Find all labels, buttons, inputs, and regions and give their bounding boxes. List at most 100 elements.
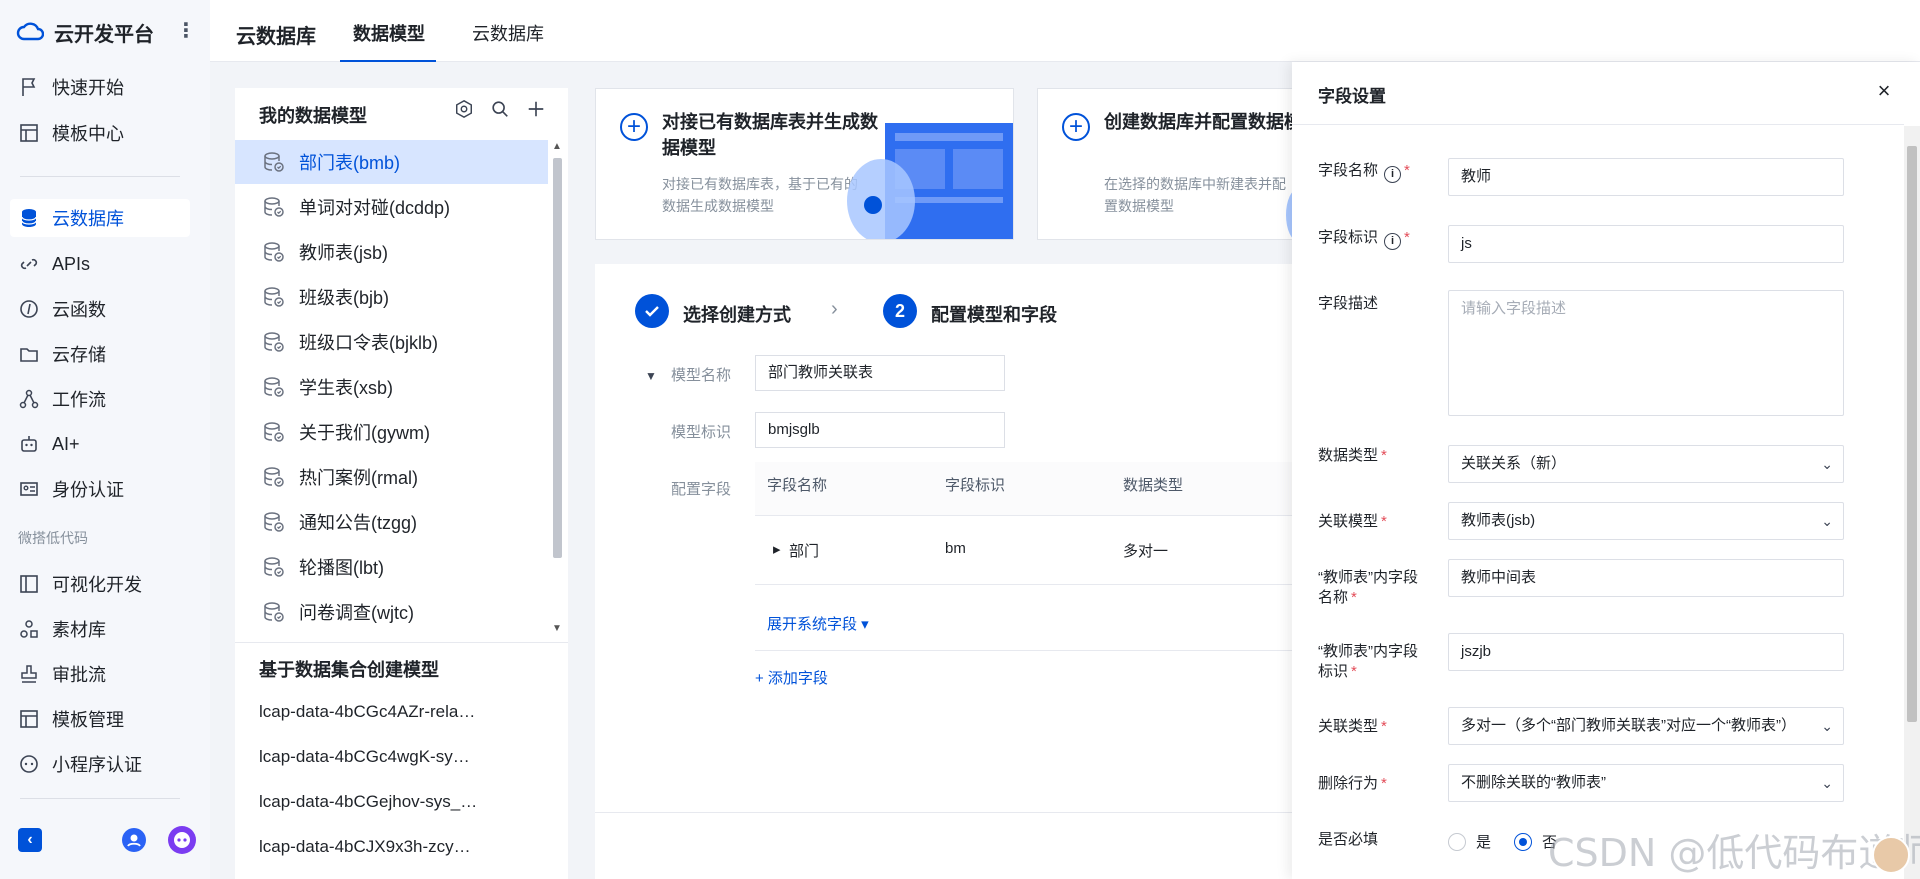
required-yes-label: 是 [1476,834,1492,851]
tab-data-model[interactable]: 数据模型 [353,20,425,46]
tab-cloud-database[interactable]: 云数据库 [472,20,544,46]
nav-item-cloud-function[interactable]: 云函数 [10,290,190,328]
table-header-row [755,462,1295,516]
link-icon [18,253,40,275]
database-model-icon [261,420,285,444]
column-header: 字段标识 [945,477,1006,494]
model-list-item[interactable]: 问卷调查(wjtc) [235,590,548,634]
row-divider [755,650,1295,651]
add-field-link[interactable]: + 添加字段 [755,667,828,688]
model-name: 班级表(bjb) [299,288,390,308]
nav-item-quick-start[interactable]: 快速开始 [10,68,190,106]
card-connect-existing-db[interactable]: + 对接已有数据库表并生成数据模型 对接已有数据库表，基于已有的数据生成数据模型 [595,88,1014,240]
nav-item-template-center[interactable]: 模板中心 [10,114,190,152]
database-model-icon [261,600,285,624]
field-id-input[interactable]: js [1448,225,1844,263]
model-id-input[interactable]: bmjsglb [755,412,1005,448]
model-list-item[interactable]: 通知公告(tzgg) [235,500,548,544]
field-name-input[interactable]: 教师 [1448,158,1844,196]
close-icon[interactable]: × [1872,80,1896,104]
model-name-input[interactable]: 部门教师关联表 [755,355,1005,391]
model-list-item[interactable]: 教师表(jsb) [235,230,548,274]
expand-system-fields-link[interactable]: 展开系统字段 ▾ [767,613,869,634]
scroll-up-icon[interactable]: ▲ [552,142,562,152]
inner-id-input[interactable]: jszjb [1448,633,1844,671]
nav-item-mini-program[interactable]: 小程序认证 [10,745,190,783]
add-icon[interactable] [525,98,547,120]
layout-icon [18,573,40,595]
scroll-down-icon[interactable]: ▼ [552,624,562,634]
collapse-triangle-icon[interactable]: ▼ [645,369,657,383]
data-type-select[interactable]: 关联关系（新） ⌄ [1448,445,1844,483]
drawer-title: 字段设置 [1318,87,1386,106]
model-id-label: 模型标识 [671,424,732,441]
collection-model-item[interactable]: lcap-data-4bCGc4AZr-rela… [259,702,549,722]
nav-item-cloud-storage[interactable]: 云存储 [10,335,190,373]
nav-label: 云数据库 [52,209,124,229]
database-illustration-icon [847,123,1013,239]
settings-icon[interactable] [453,98,475,120]
rel-model-select[interactable]: 教师表(jsb) ⌄ [1448,502,1844,540]
collection-model-item[interactable]: lcap-data-4bCGc4wgK-sy… [259,747,549,767]
scrollbar-thumb[interactable] [553,158,562,558]
model-list-item[interactable]: 关于我们(gywm) [235,410,548,454]
model-list-scrollbar[interactable]: ▲ ▼ [550,140,564,636]
model-name: 单词对对碰(dcddp) [299,198,451,218]
nav-label: 素材库 [52,620,106,640]
card-create-db[interactable]: + 创建数据库并配置数据模 在选择的数据库中新建表并配置数据模型 [1037,88,1302,241]
required-yes-radio[interactable] [1448,833,1466,851]
assistant-bot-icon[interactable] [168,826,196,854]
nav-item-template-manage[interactable]: 模板管理 [10,700,190,738]
model-list-item[interactable]: 轮播图(lbt) [235,545,548,589]
data-type-label: 数据类型 * [1318,447,1387,464]
more-vertical-icon[interactable]: ⋮ [176,18,196,46]
nav-label: 模板管理 [52,710,124,730]
model-name: 教师表(jsb) [299,243,388,263]
expand-row-icon[interactable]: ▸ [773,540,781,558]
drawer-scrollbar[interactable] [1904,126,1920,879]
chevron-down-icon: ⌄ [1821,718,1833,734]
nav-bottom-bar: ‹ [0,820,210,860]
database-model-icon [261,375,285,399]
model-list-item[interactable]: 热门案例(rmal) [235,455,548,499]
model-name-label: 模型名称 [671,367,732,384]
model-list-item[interactable]: 班级口令表(bjklb) [235,320,548,364]
avatar[interactable] [1872,836,1910,874]
scrollbar-thumb[interactable] [1907,146,1917,722]
collection-model-item[interactable]: lcap-data-4bCGejhov-sys_… [259,792,549,812]
nav-item-identity[interactable]: 身份认证 [10,470,190,508]
add-circle-icon: + [1062,113,1090,141]
nav-item-workflow[interactable]: 工作流 [10,380,190,418]
required-no-radio[interactable] [1514,833,1532,851]
user-icon[interactable] [122,828,146,852]
rel-type-label: 关联类型 * [1318,718,1387,735]
column-header: 数据类型 [1123,477,1184,494]
inner-name-input[interactable]: 教师中间表 [1448,559,1844,597]
search-icon[interactable] [489,98,511,120]
info-icon[interactable]: i [1384,166,1402,183]
nav-label: 云存储 [52,345,106,365]
nav-item-assets[interactable]: 素材库 [10,610,190,648]
model-name: 学生表(xsb) [299,378,393,398]
brand[interactable]: 云开发平台 [16,18,154,46]
model-list-item[interactable]: 部门表(bmb) [235,140,548,184]
collapse-chevron-icon[interactable]: ‹ [18,828,42,852]
nav-item-apis[interactable]: APIs [10,245,190,283]
info-icon[interactable]: i [1384,233,1402,250]
nav-item-approval[interactable]: 审批流 [10,655,190,693]
nav-group-lowcode: 微搭低代码 [18,530,88,546]
cloud-logo-icon [16,22,44,41]
collection-model-item[interactable]: lcap-data-4bCJX9x3h-zcy… [259,837,549,857]
delete-behavior-select[interactable]: 不删除关联的“教师表” ⌄ [1448,764,1844,802]
model-list-item[interactable]: 单词对对碰(dcddp) [235,185,548,229]
nav-item-cloud-database[interactable]: 云数据库 [10,199,190,237]
field-desc-textarea[interactable]: 请输入字段描述 [1448,290,1844,416]
field-name-cell: 部门 [789,543,820,560]
model-list-item[interactable]: 学生表(xsb) [235,365,548,409]
rel-type-select[interactable]: 多对一（多个“部门教师关联表”对应一个“教师表”） ⌄ [1448,707,1844,745]
nav-item-ai[interactable]: AI+ [10,425,190,463]
brand-name: 云开发平台 [54,23,154,46]
nav-item-visual-dev[interactable]: 可视化开发 [10,565,190,603]
database-model-icon [261,465,285,489]
model-list-item[interactable]: 班级表(bjb) [235,275,548,319]
